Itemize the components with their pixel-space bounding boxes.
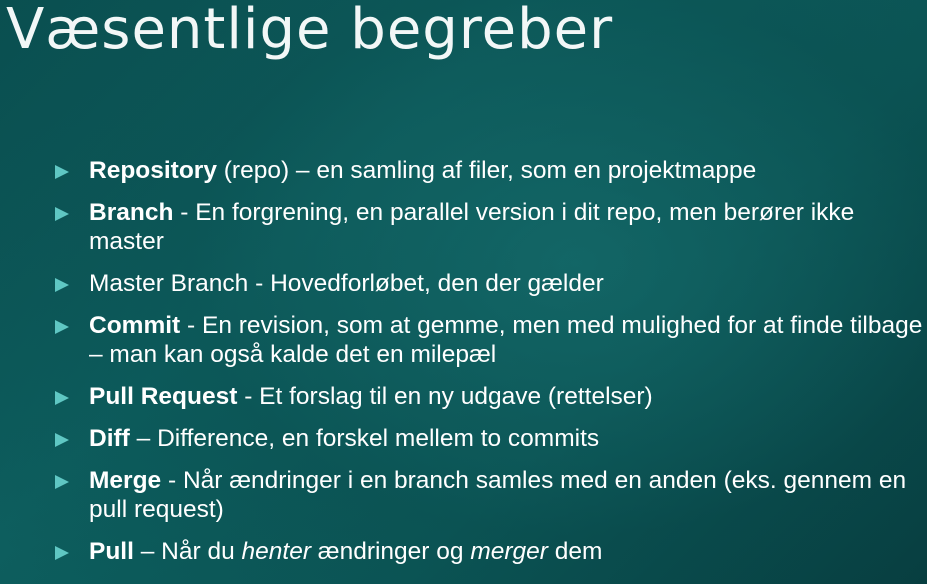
bullet-item-master-branch: Master Branch - Hovedforløbet, den der g… (52, 269, 924, 298)
term-label: Pull Request (89, 383, 238, 410)
term-description: – Difference, en forskel mellem to commi… (129, 425, 600, 452)
triangle-bullet-icon (55, 278, 69, 292)
term-description: - Når ændringer i en branch samles med e… (89, 467, 907, 523)
triangle-bullet-icon (55, 475, 69, 489)
triangle-bullet-icon (55, 433, 69, 447)
bullet-item-pull-request: Pull Request - Et forslag til en ny udga… (52, 382, 924, 411)
triangle-bullet-icon (55, 391, 69, 405)
term-description: - En forgrening, en parallel version i d… (89, 199, 855, 255)
term-label: Merge (89, 467, 162, 494)
triangle-bullet-icon (55, 546, 69, 560)
triangle-bullet-icon (55, 320, 69, 334)
bullet-list: Repository (repo) – en samling af filer,… (52, 156, 924, 579)
term-label: Repository (89, 157, 217, 184)
term-description-part: dem (547, 538, 603, 565)
term-description: - En revision, som at gemme, men med mul… (89, 312, 923, 368)
bullet-item-branch: Branch - En forgrening, en parallel vers… (52, 198, 924, 256)
term-description-part: ændringer og (310, 538, 471, 565)
term-description: (repo) – en samling af filer, som en pro… (216, 157, 757, 184)
term-label: Pull (89, 538, 134, 565)
bullet-item-diff: Diff – Difference, en forskel mellem to … (52, 424, 924, 453)
bullet-item-repository: Repository (repo) – en samling af filer,… (52, 156, 924, 185)
bullet-item-merge: Merge - Når ændringer i en branch samles… (52, 466, 924, 524)
term-label: Diff (89, 425, 130, 452)
term-label: Commit (89, 312, 181, 339)
emphasis-text: henter (241, 538, 311, 565)
bullet-item-commit: Commit - En revision, som at gemme, men … (52, 311, 924, 369)
triangle-bullet-icon (55, 165, 69, 179)
term-description-part: – Når du (133, 538, 242, 565)
term-description: Master Branch - Hovedforløbet, den der g… (89, 270, 604, 297)
term-description: - Et forslag til en ny udgave (rettelser… (237, 383, 653, 410)
slide-title: Væsentlige begreber (6, 0, 614, 62)
emphasis-text: merger (470, 538, 548, 565)
triangle-bullet-icon (55, 207, 69, 221)
bullet-item-pull: Pull – Når du henter ændringer og merger… (52, 537, 924, 566)
term-label: Branch (89, 199, 174, 226)
